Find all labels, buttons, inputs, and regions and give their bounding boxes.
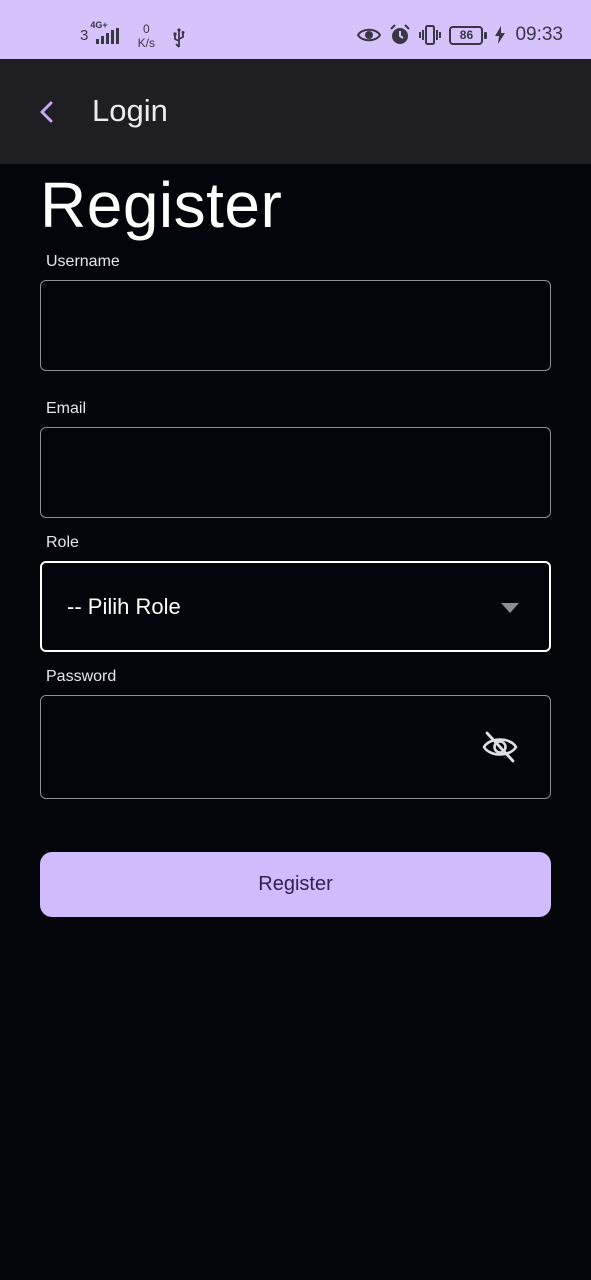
status-left: 3 4G+ 0 K/s bbox=[80, 18, 186, 50]
charging-icon bbox=[495, 26, 506, 44]
back-button[interactable] bbox=[26, 94, 66, 130]
register-screen: 3 4G+ 0 K/s 86 09:33 Login Register User… bbox=[0, 0, 591, 1280]
data-speed: 0 K/s bbox=[134, 22, 158, 50]
username-input[interactable] bbox=[41, 281, 550, 370]
password-input[interactable] bbox=[41, 696, 550, 798]
status-bar: 3 4G+ 0 K/s 86 09:33 bbox=[0, 0, 591, 59]
role-selected-value: -- Pilih Role bbox=[67, 594, 181, 619]
password-label: Password bbox=[46, 668, 117, 685]
username-field-container bbox=[40, 280, 551, 371]
eye-comfort-icon bbox=[357, 28, 382, 42]
page-title: Register bbox=[40, 169, 283, 241]
dropdown-arrow-icon bbox=[501, 603, 519, 613]
username-label: Username bbox=[46, 253, 120, 270]
cellular-signal: 4G+ bbox=[88, 18, 124, 46]
carrier-label: 3 bbox=[80, 27, 89, 44]
email-label: Email bbox=[46, 400, 87, 417]
role-label: Role bbox=[46, 534, 79, 551]
data-speed-unit: K/s bbox=[137, 36, 156, 50]
data-speed-value: 0 bbox=[143, 22, 150, 36]
register-button[interactable]: Register bbox=[40, 852, 551, 917]
chevron-left-icon bbox=[40, 101, 53, 123]
role-select[interactable]: -- Pilih Role bbox=[40, 561, 551, 652]
app-bar: Login bbox=[0, 59, 591, 164]
email-input[interactable] bbox=[41, 428, 550, 517]
usb-icon bbox=[173, 28, 185, 48]
clock: 09:33 bbox=[515, 24, 563, 45]
password-field-container bbox=[40, 695, 551, 799]
alarm-icon bbox=[390, 24, 411, 44]
battery-indicator: 86 bbox=[449, 25, 488, 45]
vibrate-icon bbox=[419, 25, 442, 45]
status-right: 86 09:33 bbox=[357, 24, 563, 46]
email-field-container bbox=[40, 427, 551, 518]
app-bar-title: Login bbox=[92, 93, 168, 128]
visibility-off-icon[interactable] bbox=[482, 730, 518, 764]
signal-icon bbox=[96, 28, 120, 44]
